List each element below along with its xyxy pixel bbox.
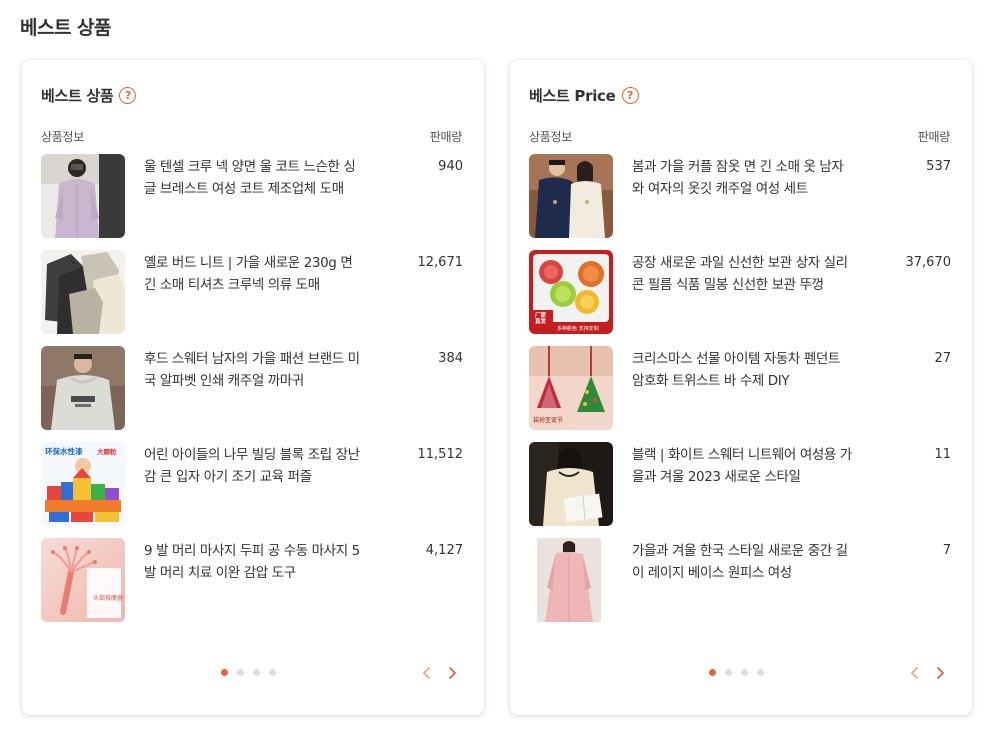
chevron-right-icon[interactable] xyxy=(934,665,946,681)
sales-count: 11 xyxy=(934,447,951,462)
product-image-christmas-pendant: product-thumb-christmas-pendant 装扮圣诞节 xyxy=(529,346,613,430)
carousel-dots xyxy=(221,669,276,676)
svg-text:多种颜色 支持定制: 多种颜色 支持定制 xyxy=(557,325,599,332)
product-name[interactable]: 봄과 가을 커플 잠옷 면 긴 소매 옷 남자와 여자의 옷깃 캐주얼 여성 세… xyxy=(632,156,854,200)
carousel-dot-1[interactable] xyxy=(709,669,716,676)
sales-count: 384 xyxy=(438,351,463,366)
product-thumbnail[interactable]: product-thumb-pink-dress xyxy=(529,538,613,622)
product-thumbnail[interactable]: product-thumb-wooden-blocks 环保水性漆 大颗粒 xyxy=(41,442,125,526)
carousel-dot-3[interactable] xyxy=(253,669,260,676)
best-price-card: 베스트 Price ? 상품정보 판매량 product-thumb-coupl… xyxy=(510,60,972,715)
card-title-text: 베스트 Price xyxy=(529,87,616,105)
svg-text:头部按摩器: 头部按摩器 xyxy=(93,594,123,602)
product-name[interactable]: 공장 새로운 과일 신선한 보관 상자 실리콘 필름 식품 밀봉 신선한 보관 … xyxy=(632,252,854,296)
product-row[interactable]: product-thumb-couple-pajamas 봄과 가을 커플 잠옷… xyxy=(529,154,953,250)
product-thumbnail[interactable]: product-thumb-head-massager 头部按摩器 xyxy=(41,538,125,622)
column-header-sales: 판매량 xyxy=(429,130,463,144)
sales-count: 27 xyxy=(934,351,951,366)
product-thumbnail[interactable]: product-thumb-sweater xyxy=(529,442,613,526)
column-header-sales: 판매량 xyxy=(917,130,951,144)
product-image-hoodie: product-thumb-hoodie xyxy=(41,346,125,430)
carousel-dot-2[interactable] xyxy=(725,669,732,676)
product-name[interactable]: 블랙 | 화이트 스웨터 니트웨어 여성용 가을과 겨울 2023 새로운 스타… xyxy=(632,444,854,488)
carousel-dot-4[interactable] xyxy=(269,669,276,676)
product-row[interactable]: product-thumb-hoodie 후드 스웨터 남자의 가을 패션 브랜… xyxy=(41,346,465,442)
sales-count: 537 xyxy=(926,159,951,174)
product-thumbnail[interactable]: product-thumb-silicone-lids 厂家 直发 多种颜色 支… xyxy=(529,250,613,334)
product-thumbnail[interactable]: product-thumb-hoodie xyxy=(41,346,125,430)
product-list: product-thumb-couple-pajamas 봄과 가을 커플 잠옷… xyxy=(529,154,953,634)
product-image-silicone-lids: product-thumb-silicone-lids 厂家 直发 多种颜色 支… xyxy=(529,250,613,334)
page-title: 베스트 상품 xyxy=(20,17,112,39)
sales-count: 12,671 xyxy=(417,255,464,270)
svg-text:直发: 直发 xyxy=(535,317,547,325)
sales-count: 940 xyxy=(438,159,463,174)
product-name[interactable]: 후드 스웨터 남자의 가을 패션 브랜드 미국 알파벳 인쇄 캐주얼 까마귀 xyxy=(144,348,366,392)
product-thumbnail[interactable]: product-thumb-knit-tshirts xyxy=(41,250,125,334)
question-circle-icon[interactable]: ? xyxy=(621,87,639,104)
product-row[interactable]: product-thumb-head-massager 头部按摩器 xyxy=(41,538,465,634)
product-row[interactable]: product-thumb-pink-dress 가을과 겨울 한국 스타일 새… xyxy=(529,538,953,634)
carousel-pager xyxy=(420,665,458,681)
product-row[interactable]: product-thumb-knit-tshirts 옐로 버드 니트 | 가을… xyxy=(41,250,465,346)
product-row[interactable]: product-thumb-christmas-pendant 装扮圣诞节 크리… xyxy=(529,346,953,442)
column-header-product-info: 상품정보 xyxy=(529,130,572,144)
product-name[interactable]: 크리스마스 선물 아이템 자동차 펜던트 암호화 트위스트 바 수제 DIY xyxy=(632,348,854,392)
carousel-pager xyxy=(908,665,946,681)
best-products-card: 베스트 상품 ? 상품정보 판매량 product-thumb-wool-coa… xyxy=(22,60,484,715)
chevron-left-icon[interactable] xyxy=(420,665,432,681)
product-image-wooden-blocks: product-thumb-wooden-blocks 环保水性漆 大颗粒 xyxy=(41,442,125,526)
question-circle-icon[interactable]: ? xyxy=(119,87,137,104)
product-thumbnail[interactable]: product-thumb-christmas-pendant 装扮圣诞节 xyxy=(529,346,613,430)
column-header-product-info: 상품정보 xyxy=(41,130,84,144)
product-image-wool-coat: product-thumb-wool-coat xyxy=(41,154,125,238)
product-image-pink-dress: product-thumb-pink-dress xyxy=(529,538,613,622)
product-image-knit-tshirts: product-thumb-knit-tshirts xyxy=(41,250,125,334)
product-thumbnail[interactable]: product-thumb-couple-pajamas xyxy=(529,154,613,238)
carousel-dot-3[interactable] xyxy=(741,669,748,676)
sales-count: 4,127 xyxy=(425,543,463,558)
sales-count: 7 xyxy=(942,543,951,558)
product-name[interactable]: 9 발 머리 마사지 두피 공 수동 마사지 5 발 머리 치료 이완 감압 도… xyxy=(144,540,366,584)
carousel-dot-2[interactable] xyxy=(237,669,244,676)
card-title: 베스트 Price ? xyxy=(529,85,639,106)
product-row[interactable]: product-thumb-silicone-lids 厂家 直发 多种颜色 支… xyxy=(529,250,953,346)
carousel-dot-4[interactable] xyxy=(757,669,764,676)
product-image-head-massager: product-thumb-head-massager 头部按摩器 xyxy=(41,538,125,622)
sales-count: 11,512 xyxy=(417,447,464,462)
product-row[interactable]: product-thumb-wool-coat 울 텐셀 크루 넥 양면 울 코… xyxy=(41,154,465,250)
product-name[interactable]: 울 텐셀 크루 넥 양면 울 코트 느슨한 싱글 브레스트 여성 코트 제조업체… xyxy=(144,156,366,200)
svg-text:厂家: 厂家 xyxy=(535,311,547,319)
product-thumbnail[interactable]: product-thumb-wool-coat xyxy=(41,154,125,238)
svg-text:大颗粒: 大颗粒 xyxy=(97,447,117,456)
sales-count: 37,670 xyxy=(905,255,952,270)
product-name[interactable]: 가을과 겨울 한국 스타일 새로운 중간 길이 레이지 베이스 원피스 여성 xyxy=(632,540,854,584)
svg-text:环保水性漆: 环保水性漆 xyxy=(45,446,83,456)
product-row[interactable]: product-thumb-wooden-blocks 环保水性漆 大颗粒 xyxy=(41,442,465,538)
product-image-couple-pajamas: product-thumb-couple-pajamas xyxy=(529,154,613,238)
carousel-dot-1[interactable] xyxy=(221,669,228,676)
carousel-dots xyxy=(709,669,764,676)
product-list: product-thumb-wool-coat 울 텐셀 크루 넥 양면 울 코… xyxy=(41,154,465,634)
chevron-right-icon[interactable] xyxy=(446,665,458,681)
product-row[interactable]: product-thumb-sweater 블랙 | 화이트 스웨터 니트웨어 … xyxy=(529,442,953,538)
svg-text:装扮圣诞节: 装扮圣诞节 xyxy=(533,416,563,424)
product-name[interactable]: 옐로 버드 니트 | 가을 새로운 230g 면 긴 소매 티셔츠 크루넥 의류… xyxy=(144,252,366,296)
chevron-left-icon[interactable] xyxy=(908,665,920,681)
card-title-text: 베스트 상품 xyxy=(41,87,114,105)
product-name[interactable]: 어린 아이들의 나무 빌딩 블록 조립 장난감 큰 입자 아기 조기 교육 퍼즐 xyxy=(144,444,366,488)
product-image-sweater: product-thumb-sweater xyxy=(529,442,613,526)
card-title: 베스트 상품 ? xyxy=(41,85,137,106)
